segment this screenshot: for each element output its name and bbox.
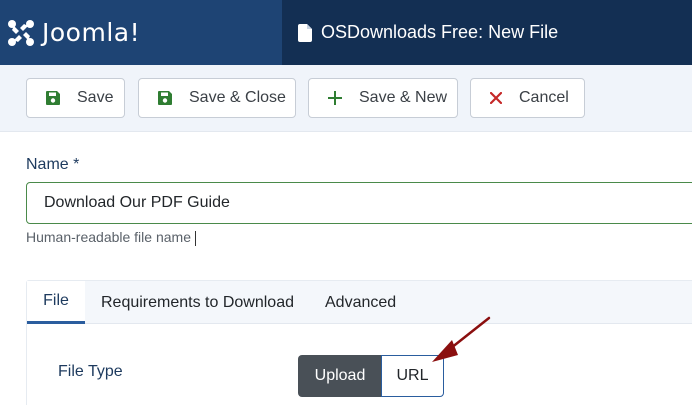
floppy-disk-icon: [46, 91, 60, 105]
save-button[interactable]: Save: [26, 78, 125, 118]
page-title: OSDownloads Free: New File: [298, 0, 558, 65]
name-help-text: Human-readable file name: [26, 229, 196, 246]
page-title-text: OSDownloads Free: New File: [321, 22, 559, 42]
save-new-label: Save & New: [359, 89, 448, 106]
text-cursor: [194, 230, 196, 246]
save-new-button[interactable]: Save & New: [308, 78, 458, 118]
logo-text: Joomla!: [42, 18, 141, 47]
cancel-button[interactable]: Cancel: [470, 78, 585, 118]
joomla-logo-icon: [6, 18, 36, 48]
save-close-label: Save & Close: [189, 89, 286, 106]
save-label: Save: [77, 89, 114, 106]
file-type-upload-option[interactable]: Upload: [298, 355, 382, 397]
file-type-url-option[interactable]: URL: [381, 355, 444, 397]
name-input-value: Download Our PDF Guide: [44, 194, 230, 211]
file-icon: [298, 23, 312, 42]
save-close-button[interactable]: Save & Close: [138, 78, 296, 118]
name-input[interactable]: Download Our PDF Guide: [26, 182, 692, 224]
tab-advanced[interactable]: Advanced: [325, 281, 396, 324]
plus-icon: [328, 91, 342, 105]
tab-requirements-to-download[interactable]: Requirements to Download: [101, 281, 294, 324]
tabs-panel: File Requirements to Download Advanced F…: [26, 280, 692, 405]
name-field-label: Name *: [26, 156, 80, 173]
tab-file[interactable]: File: [27, 281, 85, 324]
tab-bar: File Requirements to Download Advanced: [27, 281, 692, 324]
cancel-label: Cancel: [519, 89, 569, 106]
floppy-disk-icon: [158, 91, 172, 105]
file-type-label: File Type: [58, 363, 123, 380]
x-icon: [490, 92, 502, 104]
toolbar: Save Save & Close Save & New Cancel: [0, 65, 692, 132]
app-header: Joomla! OSDownloads Free: New File: [0, 0, 692, 65]
logo-area[interactable]: Joomla!: [0, 0, 282, 65]
